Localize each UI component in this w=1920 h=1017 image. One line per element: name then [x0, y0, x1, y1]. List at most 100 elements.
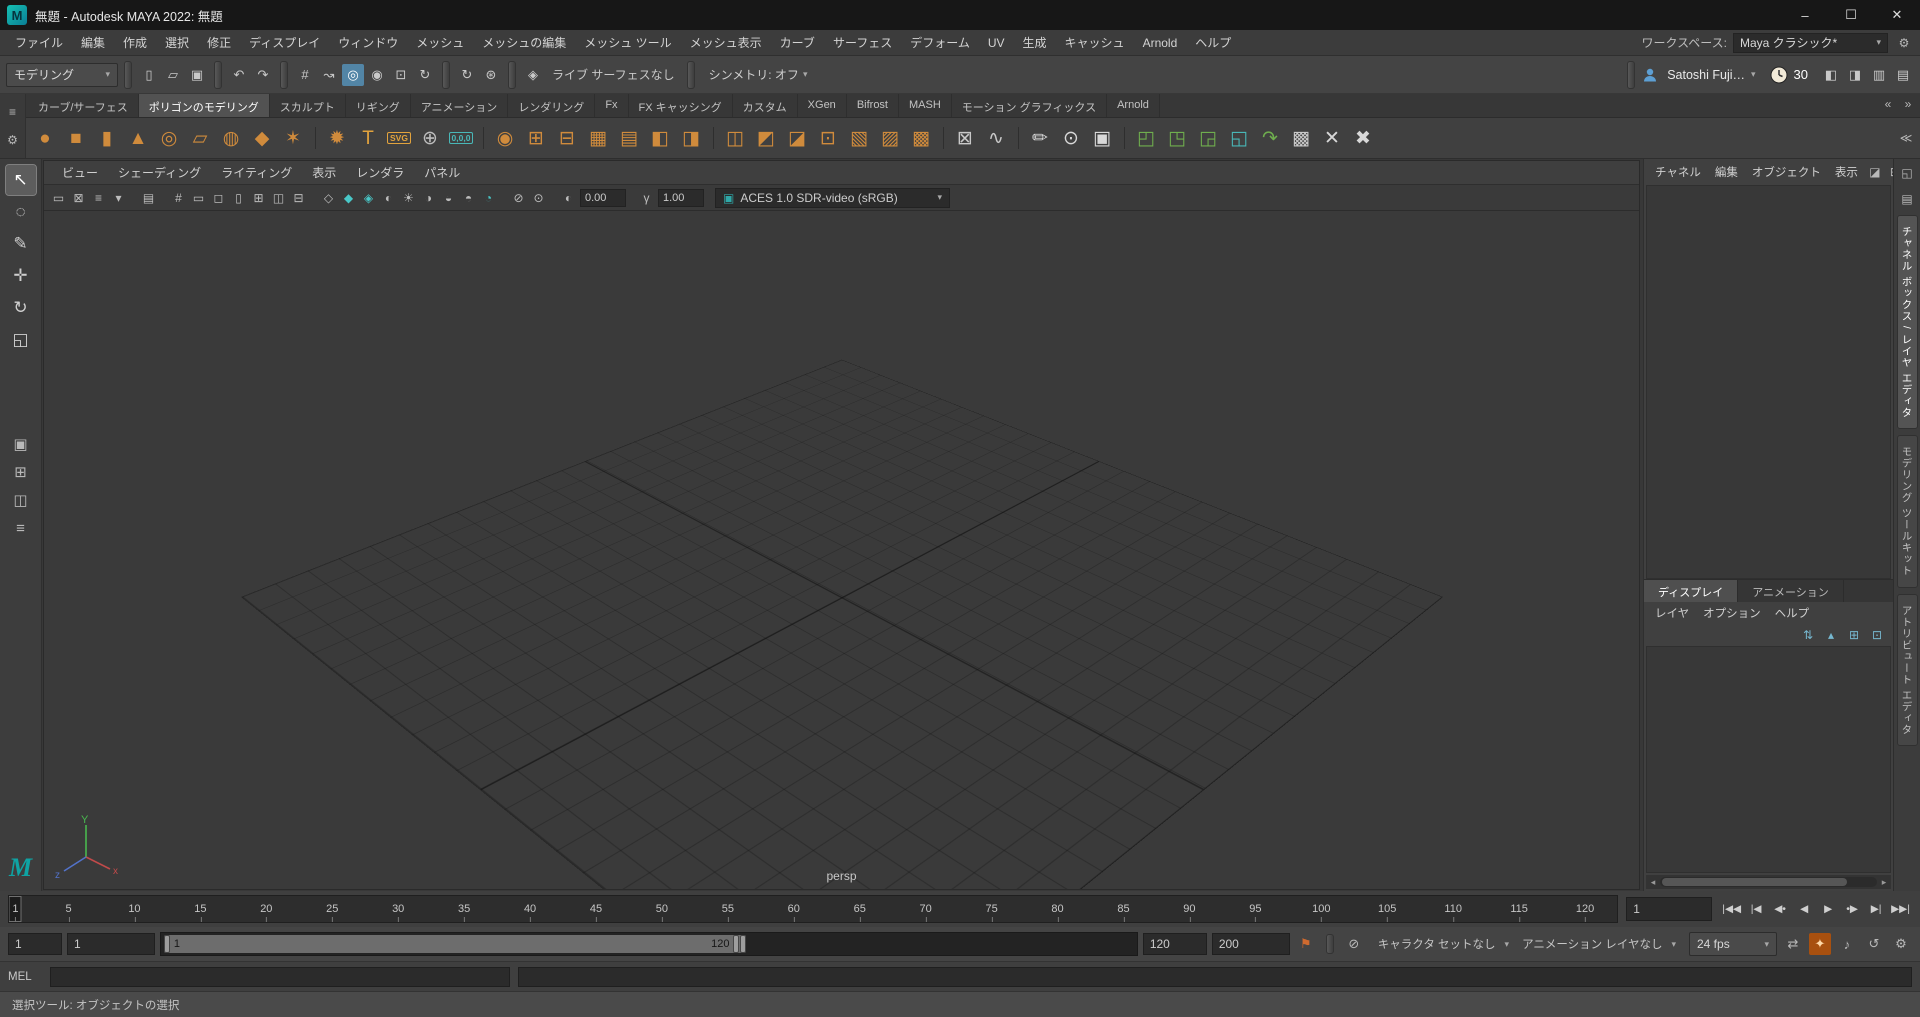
- sculpt-mesh-icon[interactable]: ✹: [322, 123, 352, 153]
- flip-icon[interactable]: ▩: [1286, 123, 1316, 153]
- shelf-tab[interactable]: FX キャッシング: [629, 94, 733, 117]
- mel-command-input[interactable]: [50, 967, 510, 987]
- sidebar-tab-modeling-toolkit[interactable]: モデリング ツールキット: [1897, 435, 1918, 587]
- menu-item[interactable]: UV: [979, 30, 1014, 55]
- extract-icon[interactable]: ▦: [583, 123, 613, 153]
- toolbar-group-separator[interactable]: [214, 61, 222, 89]
- trial-clock-icon[interactable]: [1770, 66, 1788, 84]
- fps-dropdown[interactable]: 24 fps ▾: [1689, 932, 1777, 956]
- field-chart-icon[interactable]: ⊞: [249, 188, 268, 207]
- step-forward-key-button[interactable]: •▶: [1841, 897, 1863, 921]
- bridge-icon[interactable]: ◪: [782, 123, 812, 153]
- reduce-icon[interactable]: ◨: [676, 123, 706, 153]
- shelf-scroll-right-icon[interactable]: »: [1898, 94, 1918, 114]
- shelf-tab[interactable]: Arnold: [1107, 94, 1160, 117]
- shelf-tab[interactable]: カスタム: [733, 94, 798, 117]
- layer-menu-item[interactable]: レイヤ: [1648, 605, 1696, 621]
- sidebar-tab-attribute-editor[interactable]: アトリビュート エディタ: [1897, 594, 1918, 746]
- poly-disc-icon[interactable]: ◍: [216, 123, 246, 153]
- auto-keyframe-icon[interactable]: ✦: [1809, 933, 1831, 955]
- shelf-tab[interactable]: XGen: [798, 94, 847, 117]
- multi-cut-icon[interactable]: ✏: [1025, 123, 1055, 153]
- duplicate-face-icon[interactable]: ▩: [906, 123, 936, 153]
- animation-start-field[interactable]: [8, 933, 62, 955]
- shadows-icon[interactable]: ◑: [419, 188, 438, 207]
- panel-menu-item[interactable]: シェーディング: [108, 164, 211, 181]
- play-forwards-button[interactable]: ▶: [1817, 897, 1839, 921]
- layer-tab-display[interactable]: ディスプレイ: [1644, 580, 1738, 602]
- shelf-tab[interactable]: MASH: [899, 94, 952, 117]
- range-start-handle[interactable]: [164, 935, 170, 953]
- safe-title-icon[interactable]: ⊟: [289, 188, 308, 207]
- animation-preferences-icon[interactable]: ⚙: [1890, 933, 1912, 955]
- film-gate-icon[interactable]: ▭: [189, 188, 208, 207]
- viewport-3d[interactable]: Y x z persp: [44, 211, 1639, 889]
- gamma-icon[interactable]: γ: [637, 188, 656, 207]
- panel-menu-item[interactable]: パネル: [414, 164, 470, 181]
- character-set-label[interactable]: キャラクタ セットなし: [1378, 936, 1496, 952]
- cleanup-icon[interactable]: ✕: [1317, 123, 1347, 153]
- panel-menu-icon[interactable]: ▤: [1897, 189, 1917, 209]
- character-set-dropdown-icon[interactable]: ▾: [1505, 939, 1510, 950]
- poke-icon[interactable]: ▨: [875, 123, 905, 153]
- shelf-tab[interactable]: Fx: [595, 94, 628, 117]
- range-end-handle-outer[interactable]: [740, 935, 746, 953]
- persp-outliner-layout-button[interactable]: ◫: [6, 487, 36, 513]
- append-to-polygon-icon[interactable]: ⊡: [813, 123, 843, 153]
- layer-up-icon[interactable]: ▴: [1821, 625, 1841, 645]
- layer-menu-item[interactable]: オプション: [1696, 605, 1768, 621]
- fill-hole-icon[interactable]: ▤: [614, 123, 644, 153]
- shelf-gear-icon[interactable]: ⚙: [3, 130, 23, 150]
- channel-menu-item[interactable]: 編集: [1708, 164, 1745, 180]
- command-result-field[interactable]: [518, 967, 1912, 987]
- safe-action-icon[interactable]: ◫: [269, 188, 288, 207]
- go-to-start-button[interactable]: |◀◀: [1720, 897, 1743, 921]
- menu-item[interactable]: メッシュ表示: [681, 30, 771, 55]
- combine-icon[interactable]: ⊞: [521, 123, 551, 153]
- menu-item[interactable]: キャッシュ: [1056, 30, 1134, 55]
- layer-menu-item[interactable]: ヘルプ: [1768, 605, 1817, 621]
- animation-layer-dropdown-icon[interactable]: ▾: [1671, 939, 1676, 950]
- move-tool[interactable]: ✛: [6, 261, 36, 291]
- svg-tool-icon[interactable]: SVG: [384, 123, 414, 153]
- shaded-icon[interactable]: ◆: [339, 188, 358, 207]
- edit-edge-flow-icon[interactable]: ∿: [981, 123, 1011, 153]
- command-language-toggle[interactable]: MEL: [8, 971, 42, 983]
- smooth-icon[interactable]: ◧: [645, 123, 675, 153]
- highlight-selection-icon[interactable]: ⊛: [480, 64, 502, 86]
- target-weld-icon[interactable]: ⊙: [1056, 123, 1086, 153]
- layer-tab-animation[interactable]: アニメーション: [1738, 580, 1844, 602]
- single-pane-layout-button[interactable]: ▣: [6, 431, 36, 457]
- crease-sets-icon[interactable]: ✖: [1348, 123, 1378, 153]
- lock-camera-icon[interactable]: ⊠: [69, 188, 88, 207]
- toolbar-group-separator[interactable]: [1627, 61, 1635, 89]
- transfer-shading-sets-icon[interactable]: ◳: [1162, 123, 1192, 153]
- paint-select-tool[interactable]: ✎: [6, 229, 36, 259]
- shelf-overflow-icon[interactable]: ≪: [1896, 128, 1916, 148]
- four-pane-layout-button[interactable]: ⊞: [6, 459, 36, 485]
- poly-torus-icon[interactable]: ◎: [154, 123, 184, 153]
- grid-toggle-icon[interactable]: #: [169, 188, 188, 207]
- animation-end-field[interactable]: [1212, 933, 1290, 955]
- extrude-icon[interactable]: ◫: [720, 123, 750, 153]
- use-default-material-icon[interactable]: ◐: [379, 188, 398, 207]
- scale-tool[interactable]: ◱: [6, 325, 36, 355]
- animation-layer-label[interactable]: アニメーション レイヤなし: [1522, 936, 1662, 952]
- playback-loop-icon[interactable]: ⇄: [1782, 933, 1804, 955]
- bevel-icon[interactable]: ◩: [751, 123, 781, 153]
- time-ruler[interactable]: 1510152025303540455055606570758085909510…: [8, 895, 1618, 923]
- toolbar-group-separator[interactable]: [442, 61, 450, 89]
- user-avatar-icon[interactable]: [1641, 66, 1659, 84]
- maximize-button[interactable]: ☐: [1828, 0, 1874, 30]
- shelf-tab[interactable]: リギング: [346, 94, 411, 117]
- go-to-end-button[interactable]: ▶▶|: [1889, 897, 1912, 921]
- workspace-gear-icon[interactable]: ⚙: [1894, 33, 1914, 53]
- bookmarks-icon[interactable]: ▾: [109, 188, 128, 207]
- menu-item[interactable]: 作成: [114, 30, 156, 55]
- scrollbar-thumb[interactable]: [1662, 878, 1847, 886]
- shelf-tab[interactable]: スカルプト: [270, 94, 346, 117]
- anti-aliasing-icon[interactable]: ◔: [479, 188, 498, 207]
- playback-end-field[interactable]: [1143, 933, 1207, 955]
- quad-draw-icon[interactable]: ▣: [1087, 123, 1117, 153]
- menu-item[interactable]: メッシュ ツール: [575, 30, 680, 55]
